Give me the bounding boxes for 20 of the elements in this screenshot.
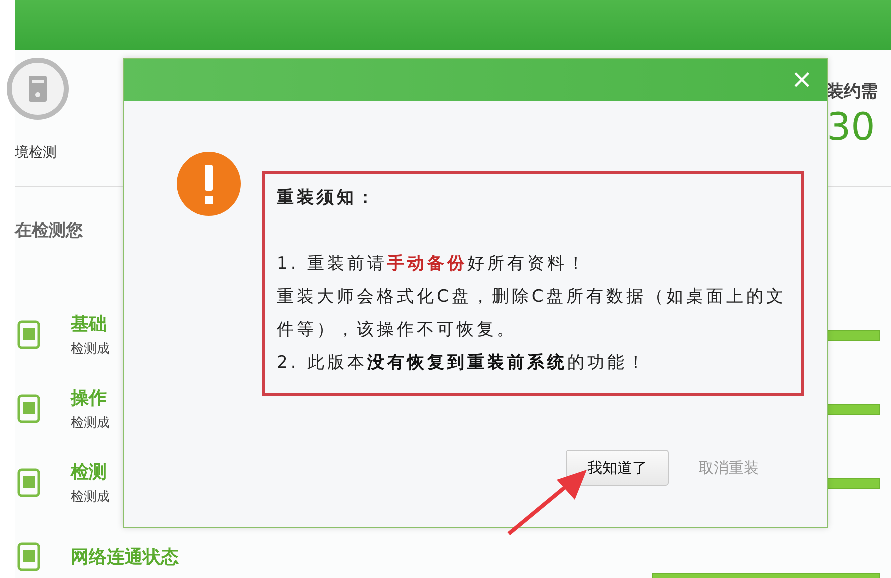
check-title: 基础 — [71, 313, 107, 336]
cancel-link[interactable]: 取消重装 — [699, 458, 759, 478]
notice-text: 重装大师会格式化C盘，删除C盘所有数据（如桌面上的文件等），该操作不可恢复。 — [277, 286, 788, 342]
step-label: 境检测 — [15, 144, 58, 162]
check-title: 操作 — [71, 387, 107, 410]
check-title: 检测 — [71, 461, 107, 484]
estimate-value: 30 — [827, 105, 876, 149]
notice-text: 1. 重装前请手动备份好所有资料！ — [277, 253, 589, 276]
close-button[interactable]: × — [777, 65, 827, 95]
warning-icon — [176, 151, 242, 217]
confirm-button[interactable]: 我知道了 — [566, 450, 669, 486]
estimate-label: 装约需 — [827, 81, 878, 103]
check-title: 网络连通状态 — [71, 546, 179, 569]
notice-text: 2. 此版本没有恢复到重装前系统的功能！ — [277, 352, 649, 375]
check-status: 检测成 — [71, 341, 110, 358]
check-status: 检测成 — [71, 489, 110, 506]
check-status: 检测成 — [71, 415, 110, 432]
status-text: 在检测您 — [15, 220, 84, 242]
notice-title: 重装须知： — [277, 187, 377, 210]
document-icon — [17, 320, 41, 350]
